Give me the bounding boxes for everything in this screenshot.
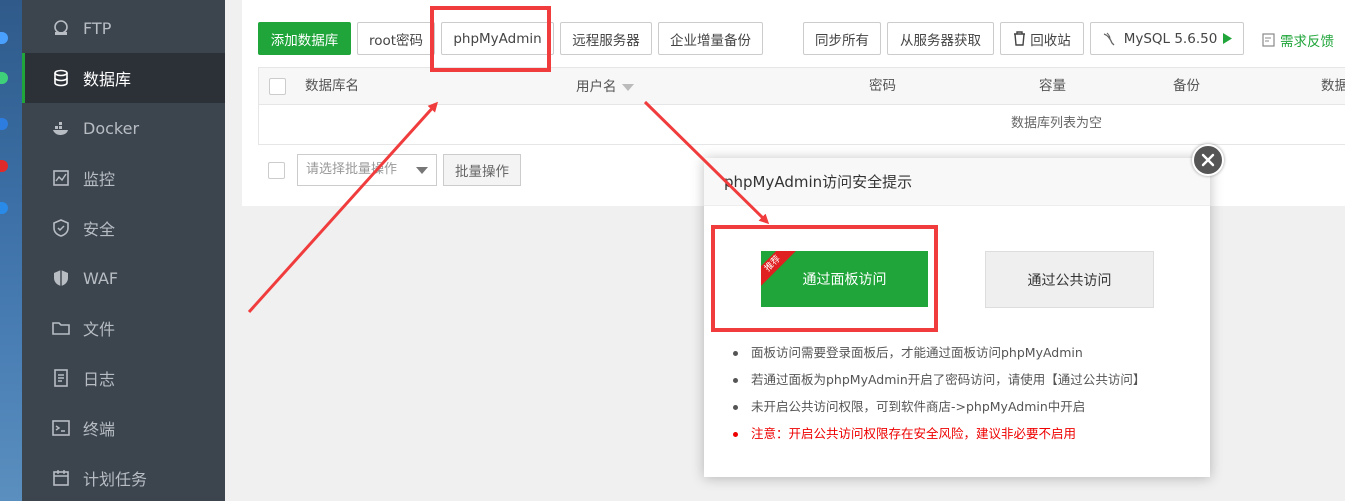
enterprise-backup-button[interactable]: 企业增量备份 (658, 22, 763, 55)
dialog-close-button[interactable] (1192, 144, 1224, 176)
calendar-icon (52, 469, 70, 487)
batch-select-checkbox[interactable] (268, 162, 285, 179)
edit-note-icon (1262, 33, 1275, 47)
column-data: 数据 (1321, 78, 1345, 94)
desktop-app-icon (0, 118, 8, 130)
feedback-link[interactable]: 需求反馈 (1262, 30, 1334, 50)
play-icon (1223, 33, 1233, 44)
table-empty-row: 数据库列表为空 (258, 105, 1345, 145)
sidebar-item-ftp[interactable]: FTP (22, 3, 225, 53)
desktop-app-icon (0, 72, 8, 84)
sidebar-item-cron[interactable]: 计划任务 (22, 453, 225, 501)
sidebar-item-label: 日志 (83, 370, 116, 389)
feedback-label: 需求反馈 (1280, 34, 1334, 50)
mysql-version-button[interactable]: MySQL 5.6.50 (1090, 22, 1244, 55)
root-password-button[interactable]: root密码 (357, 22, 435, 55)
batch-operation-select[interactable]: 请选择批量操作 (297, 154, 437, 186)
fetch-from-server-button[interactable]: 从服务器获取 (887, 22, 994, 55)
recycle-bin-button[interactable]: 回收站 (1000, 22, 1084, 55)
docker-icon (52, 119, 70, 137)
public-access-button[interactable]: 通过公共访问 (985, 251, 1154, 308)
sidebar-item-label: 数据库 (83, 70, 132, 89)
column-db-name[interactable]: 数据库名 (305, 68, 359, 106)
sidebar-item-security[interactable]: 安全 (22, 203, 225, 253)
empty-list-text: 数据库列表为空 (1011, 116, 1103, 131)
mysql-dolphin-icon (1103, 32, 1115, 45)
sidebar-item-waf[interactable]: WAF (22, 253, 225, 303)
sidebar-item-files[interactable]: 文件 (22, 303, 225, 353)
column-username-label: 用户名 (576, 78, 617, 95)
add-database-button[interactable]: 添加数据库 (258, 22, 351, 55)
highlight-box-panel-access (711, 225, 938, 332)
security-icon (52, 219, 70, 237)
batch-select-placeholder: 请选择批量操作 (306, 162, 398, 177)
column-backup: 备份 (1173, 78, 1200, 94)
folder-icon (52, 319, 70, 337)
remote-server-button[interactable]: 远程服务器 (560, 22, 652, 55)
ftp-icon (52, 19, 70, 37)
sidebar-item-label: WAF (83, 268, 119, 288)
sidebar-item-database[interactable]: 数据库 (22, 53, 225, 103)
desktop-app-icon (0, 32, 8, 44)
monitor-icon (52, 169, 70, 187)
list-item: 若通过面板为phpMyAdmin开启了密码访问，请使用【通过公共访问】 (731, 370, 1201, 397)
column-username[interactable]: 用户名 (576, 68, 634, 106)
sort-down-icon (621, 83, 634, 91)
security-warning: 注意：开启公共访问权限存在安全风险，建议非必要不启用 (731, 424, 1201, 451)
sidebar-item-terminal[interactable]: 终端 (22, 403, 225, 453)
sidebar-item-label: 监控 (83, 170, 116, 189)
select-all-checkbox[interactable] (269, 78, 286, 95)
highlight-box-phpmyadmin (430, 6, 551, 72)
close-icon (1201, 153, 1215, 167)
dialog-notes-list: 面板访问需要登录面板后，才能通过面板访问phpMyAdmin 若通过面板为php… (731, 343, 1201, 451)
sidebar-item-label: Docker (83, 118, 140, 138)
chevron-down-icon (416, 167, 428, 174)
sync-all-button[interactable]: 同步所有 (803, 22, 881, 55)
column-capacity: 容量 (1039, 78, 1066, 94)
column-password: 密码 (869, 78, 896, 94)
desktop-app-icon (0, 202, 8, 214)
recycle-bin-label: 回收站 (1030, 32, 1071, 49)
sidebar-item-label: 计划任务 (83, 470, 148, 489)
sidebar-item-docker[interactable]: Docker (22, 103, 225, 153)
list-item: 未开启公共访问权限，可到软件商店->phpMyAdmin中开启 (731, 397, 1201, 424)
sidebar-item-label: 安全 (83, 220, 116, 239)
mysql-version-label: MySQL 5.6.50 (1123, 30, 1218, 47)
sidebar: FTP 数据库 Docker 监控 安全 WAF 文件 日志 终端 计划任务 (22, 0, 225, 501)
batch-operation-button[interactable]: 批量操作 (443, 154, 521, 186)
desktop-edge-strip (0, 0, 22, 501)
sidebar-item-label: FTP (83, 18, 112, 38)
dialog-title: phpMyAdmin访问安全提示 (724, 173, 913, 191)
sidebar-item-monitor[interactable]: 监控 (22, 153, 225, 203)
log-icon (52, 369, 70, 387)
sidebar-item-logs[interactable]: 日志 (22, 353, 225, 403)
sidebar-item-label: 文件 (83, 320, 116, 339)
terminal-icon (52, 419, 70, 437)
list-item: 面板访问需要登录面板后，才能通过面板访问phpMyAdmin (731, 343, 1201, 370)
database-icon (52, 69, 70, 87)
desktop-app-icon (0, 160, 8, 172)
table-header: 数据库名 用户名 密码 容量 备份 数据 (258, 67, 1345, 105)
trash-icon (1014, 31, 1026, 46)
dialog-header: phpMyAdmin访问安全提示 (704, 158, 1210, 206)
waf-shield-icon (52, 269, 70, 287)
sidebar-item-label: 终端 (83, 420, 116, 439)
